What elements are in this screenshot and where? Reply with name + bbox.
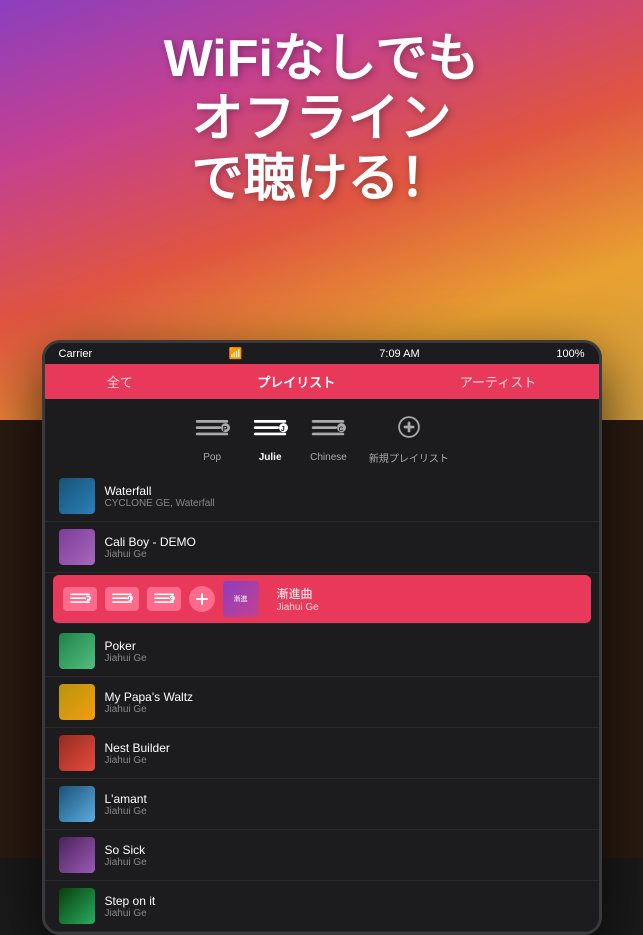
headline-line1: WiFiなしでも xyxy=(20,30,623,90)
carrier-label: Carrier xyxy=(59,348,93,360)
active-add-playlist[interactable] xyxy=(189,586,215,612)
song-artist: Jiahui Ge xyxy=(105,857,585,868)
song-item[interactable]: Nest Builder Jiahui Ge xyxy=(45,728,599,779)
song-item-active[interactable]: P J C 漸進 漸進曲 Jiah xyxy=(53,575,591,624)
album-art xyxy=(59,684,95,720)
tab-artist[interactable]: アーティスト xyxy=(460,372,536,391)
song-item[interactable]: So Sick Jiahui Ge xyxy=(45,830,599,881)
song-item[interactable]: Step on it Jiahui Ge xyxy=(45,881,599,932)
svg-text:P: P xyxy=(223,424,228,433)
song-title: My Papa's Waltz xyxy=(105,690,585,704)
song-artist: CYCLONE GE, Waterfall xyxy=(105,498,585,509)
album-art xyxy=(59,888,95,924)
song-artist: Jiahui Ge xyxy=(105,806,585,817)
song-title: Cali Boy - DEMO xyxy=(105,535,585,549)
song-title: Waterfall xyxy=(105,484,585,498)
song-info: Poker Jiahui Ge xyxy=(105,639,585,664)
song-info: Nest Builder Jiahui Ge xyxy=(105,741,585,766)
song-info: Waterfall CYCLONE GE, Waterfall xyxy=(105,484,585,509)
song-info-active: 漸進曲 Jiahui Ge xyxy=(277,585,581,613)
song-artist: Jiahui Ge xyxy=(105,653,585,664)
song-info: L'amant Jiahui Ge xyxy=(105,792,585,817)
song-item[interactable]: Waterfall CYCLONE GE, Waterfall xyxy=(45,471,599,522)
song-title: So Sick xyxy=(105,843,585,857)
playlist-chinese[interactable]: C Chinese xyxy=(310,415,347,463)
song-title-active: 漸進曲 xyxy=(277,585,581,602)
song-artist: Jiahui Ge xyxy=(105,704,585,715)
album-art xyxy=(59,735,95,771)
time-label: 7:09 AM xyxy=(379,348,419,360)
wifi-icon: 📶 xyxy=(229,347,243,360)
album-art xyxy=(59,837,95,873)
song-item[interactable]: L'amant Jiahui Ge xyxy=(45,779,599,830)
battery-label: 100% xyxy=(556,348,584,360)
chinese-label: Chinese xyxy=(310,452,347,463)
song-artist: Jiahui Ge xyxy=(105,908,585,919)
headline-line2: オフライン xyxy=(20,90,623,150)
playlist-icons-row: P Pop J Julie xyxy=(45,399,599,471)
song-title: Poker xyxy=(105,639,585,653)
tablet-screen: Carrier 📶 7:09 AM 100% 全て プレイリスト アーティスト xyxy=(42,340,602,935)
song-artist-active: Jiahui Ge xyxy=(277,602,581,613)
pop-label: Pop xyxy=(203,452,221,463)
new-playlist-label: 新規プレイリスト xyxy=(369,450,449,465)
svg-text:C: C xyxy=(170,597,173,601)
new-playlist-icon xyxy=(391,413,427,446)
headline-text: WiFiなしでも オフライン で聴ける！ xyxy=(0,30,643,209)
song-title: L'amant xyxy=(105,792,585,806)
song-info: Step on it Jiahui Ge xyxy=(105,894,585,919)
album-art xyxy=(59,478,95,514)
playlist-pop[interactable]: P Pop xyxy=(194,415,230,463)
julie-icon: J xyxy=(252,415,288,448)
album-art-active: 漸進 xyxy=(223,581,259,617)
svg-text:J: J xyxy=(281,424,285,433)
song-item[interactable]: My Papa's Waltz Jiahui Ge xyxy=(45,677,599,728)
song-title: Step on it xyxy=(105,894,585,908)
pop-icon: P xyxy=(194,415,230,448)
song-info: Cali Boy - DEMO Jiahui Ge xyxy=(105,535,585,560)
song-item[interactable]: Poker Jiahui Ge xyxy=(45,626,599,677)
tab-playlist[interactable]: プレイリスト xyxy=(257,372,335,391)
song-item[interactable]: Cali Boy - DEMO Jiahui Ge xyxy=(45,522,599,573)
active-playlist-c[interactable]: C xyxy=(147,587,181,611)
julie-label: Julie xyxy=(259,452,282,463)
playlist-julie[interactable]: J Julie xyxy=(252,415,288,463)
tab-all[interactable]: 全て xyxy=(107,372,133,391)
song-list: Waterfall CYCLONE GE, Waterfall Cali Boy… xyxy=(45,471,599,932)
song-title: Nest Builder xyxy=(105,741,585,755)
chinese-icon: C xyxy=(310,415,346,448)
song-info: So Sick Jiahui Ge xyxy=(105,843,585,868)
tab-bar: 全て プレイリスト アーティスト xyxy=(45,364,599,399)
device-mockup: Carrier 📶 7:09 AM 100% 全て プレイリスト アーティスト xyxy=(42,340,602,935)
song-info: My Papa's Waltz Jiahui Ge xyxy=(105,690,585,715)
status-bar: Carrier 📶 7:09 AM 100% xyxy=(45,343,599,364)
active-playlist-p[interactable]: P xyxy=(63,587,97,611)
active-playlist-j[interactable]: J xyxy=(105,587,139,611)
album-art xyxy=(59,633,95,669)
song-artist: Jiahui Ge xyxy=(105,549,585,560)
album-art xyxy=(59,529,95,565)
playlist-new[interactable]: 新規プレイリスト xyxy=(369,413,449,465)
headline-line3: で聴ける！ xyxy=(20,150,623,210)
svg-text:C: C xyxy=(339,426,344,433)
svg-text:P: P xyxy=(86,596,89,601)
song-artist: Jiahui Ge xyxy=(105,755,585,766)
album-art xyxy=(59,786,95,822)
